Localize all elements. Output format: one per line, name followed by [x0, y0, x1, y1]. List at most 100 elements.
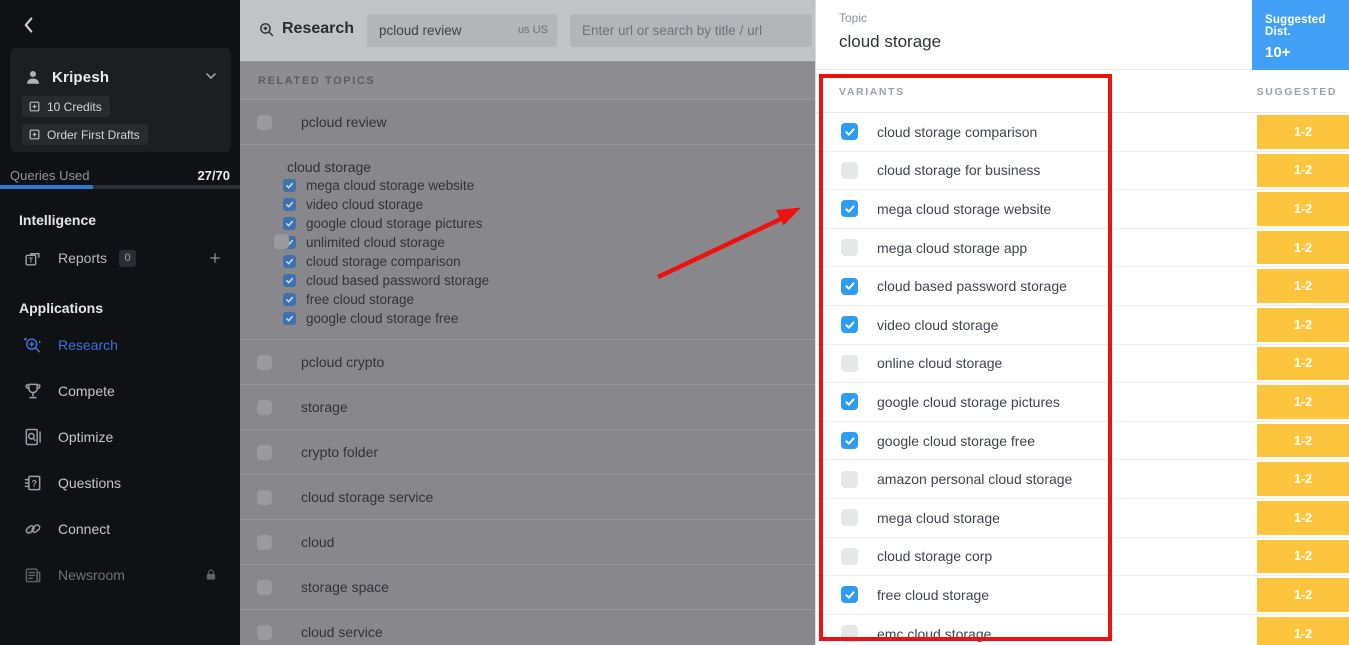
suggested-count-badge: 1-2 — [1257, 115, 1349, 149]
reports-count-badge: 0 — [119, 249, 137, 267]
credits-badge[interactable]: 10 Credits — [22, 96, 110, 117]
variant-checkbox[interactable] — [841, 470, 858, 488]
topic-variant-subitem[interactable]: cloud based password storage — [240, 272, 815, 289]
url-search-input[interactable] — [570, 14, 812, 47]
variant-row[interactable]: emc cloud storage 1-2 — [816, 615, 1349, 645]
user-name: Kripesh — [52, 68, 110, 86]
variant-row[interactable]: cloud storage corp 1-2 — [816, 538, 1349, 577]
suggested-count-badge: 1-2 — [1257, 385, 1349, 419]
topic-checkbox[interactable] — [274, 234, 289, 249]
variant-row[interactable]: amazon personal cloud storage 1-2 — [816, 460, 1349, 499]
topic-variant-subitem[interactable]: google cloud storage free — [240, 310, 815, 327]
topic-checkbox[interactable] — [257, 534, 272, 550]
related-topic-row[interactable]: cloud service — [240, 610, 815, 645]
sidebar-item-compete[interactable]: Compete — [0, 368, 240, 414]
topic-checkbox[interactable] — [257, 489, 272, 505]
related-topic-group[interactable]: cloud storage mega cloud storage website v… — [240, 145, 815, 340]
variant-checkbox[interactable] — [283, 293, 296, 306]
suggested-dist-label: Suggested Dist. — [1265, 14, 1326, 38]
sidebar-item-optimize[interactable]: Optimize — [0, 414, 240, 460]
variant-checkbox[interactable] — [841, 432, 858, 450]
plus-square-icon — [28, 128, 41, 141]
variant-checkbox[interactable] — [283, 179, 296, 192]
suggested-dist-box: Suggested Dist. 10+ — [1252, 0, 1349, 70]
related-topic-row[interactable]: cloud — [240, 520, 815, 565]
variant-checkbox[interactable] — [841, 625, 858, 643]
variant-checkbox[interactable] — [841, 393, 858, 411]
topic-checkbox[interactable] — [257, 624, 272, 640]
suggested-count-badge: 1-2 — [1257, 500, 1349, 535]
variant-checkbox[interactable] — [841, 509, 858, 527]
variant-row[interactable]: online cloud storage 1-2 — [816, 345, 1349, 384]
topic-checkbox[interactable] — [257, 354, 272, 370]
related-topic-row[interactable]: cloud storage service — [240, 475, 815, 520]
variant-checkbox[interactable] — [841, 239, 858, 257]
topic-label: cloud storage — [287, 159, 372, 175]
queries-used-value: 27/70 — [197, 168, 230, 183]
order-first-drafts-badge[interactable]: Order First Drafts — [22, 124, 148, 145]
variant-label: free cloud storage — [306, 292, 415, 307]
zoom-search-icon — [258, 21, 275, 38]
sidebar-item-research[interactable]: Research — [0, 322, 240, 368]
topic-checkbox[interactable] — [257, 114, 272, 130]
variant-checkbox[interactable] — [283, 255, 296, 268]
variant-row[interactable]: google cloud storage free 1-2 — [816, 422, 1349, 461]
variant-label: cloud storage for business — [877, 162, 1041, 179]
variant-label: cloud storage corp — [877, 548, 993, 565]
variant-row[interactable]: cloud based password storage 1-2 — [816, 267, 1349, 306]
back-chevron-icon[interactable] — [18, 14, 40, 36]
variant-row[interactable]: mega cloud storage website 1-2 — [816, 190, 1349, 229]
variant-checkbox[interactable] — [841, 277, 858, 295]
related-topic-row[interactable]: crypto folder — [240, 430, 815, 475]
variant-checkbox[interactable] — [841, 161, 858, 179]
sidebar: Kripesh 10 Credits Order First Drafts Qu… — [0, 0, 240, 645]
variant-label: amazon personal cloud storage — [877, 471, 1073, 488]
svg-text:?: ? — [31, 478, 37, 488]
applications-list: Research Compete Optimize? Questions Connect… — [0, 322, 240, 598]
variant-row[interactable]: cloud storage comparison 1-2 — [816, 113, 1349, 152]
topic-checkbox[interactable] — [257, 399, 272, 415]
topic-checkbox[interactable] — [257, 579, 272, 595]
variant-row[interactable]: cloud storage for business 1-2 — [816, 152, 1349, 191]
variant-row[interactable]: google cloud storage pictures 1-2 — [816, 383, 1349, 422]
variant-checkbox[interactable] — [283, 217, 296, 230]
sidebar-item-reports[interactable]: T Reports 0 — [0, 245, 240, 271]
variant-row[interactable]: free cloud storage 1-2 — [816, 576, 1349, 615]
variant-checkbox[interactable] — [841, 200, 858, 218]
topic-variant-subitem[interactable]: free cloud storage — [240, 291, 815, 308]
variant-label: video cloud storage — [877, 316, 999, 333]
variant-checkbox[interactable] — [283, 274, 296, 287]
variant-label: mega cloud storage website — [877, 200, 1052, 217]
related-topic-row[interactable]: pcloud review — [240, 100, 815, 145]
variant-checkbox[interactable] — [841, 316, 858, 334]
variant-checkbox[interactable] — [841, 547, 858, 565]
variant-row[interactable]: mega cloud storage app 1-2 — [816, 229, 1349, 268]
variant-checkbox[interactable] — [841, 123, 858, 141]
topic-variant-subitem[interactable]: google cloud storage pictures — [240, 215, 815, 232]
related-topic-row[interactable]: storage space — [240, 565, 815, 610]
app-window: Kripesh 10 Credits Order First Drafts Qu… — [0, 0, 1349, 645]
topic-variant-subitem[interactable]: video cloud storage — [240, 196, 815, 213]
topic-variant-subitem[interactable]: mega cloud storage website — [240, 177, 815, 194]
sidebar-item-questions[interactable]: ? Questions — [0, 460, 240, 506]
research-header-bar: Research us US — [240, 0, 815, 62]
variant-checkbox[interactable] — [283, 312, 296, 325]
topic-variant-subitem[interactable]: unlimited cloud storage — [240, 234, 815, 251]
variant-checkbox[interactable] — [283, 198, 296, 211]
variant-row[interactable]: video cloud storage 1-2 — [816, 306, 1349, 345]
topic-checkbox[interactable] — [257, 444, 272, 460]
user-row[interactable]: Kripesh — [24, 66, 219, 88]
sidebar-item-newsroom[interactable]: Newsroom — [0, 552, 240, 598]
suggested-count-badge: 1-2 — [1257, 346, 1349, 381]
related-topic-row[interactable]: pcloud crypto — [240, 340, 815, 385]
variant-label: online cloud storage — [877, 355, 1003, 372]
related-topic-row[interactable]: storage — [240, 385, 815, 430]
variant-checkbox[interactable] — [841, 354, 858, 372]
topic-search-input[interactable] — [367, 14, 557, 47]
variant-row[interactable]: mega cloud storage 1-2 — [816, 499, 1349, 538]
chevron-down-icon[interactable] — [203, 68, 219, 84]
sidebar-item-connect[interactable]: Connect — [0, 506, 240, 552]
add-report-button[interactable] — [208, 251, 222, 265]
variant-checkbox[interactable] — [841, 586, 858, 604]
topic-variant-subitem[interactable]: cloud storage comparison — [240, 253, 815, 270]
